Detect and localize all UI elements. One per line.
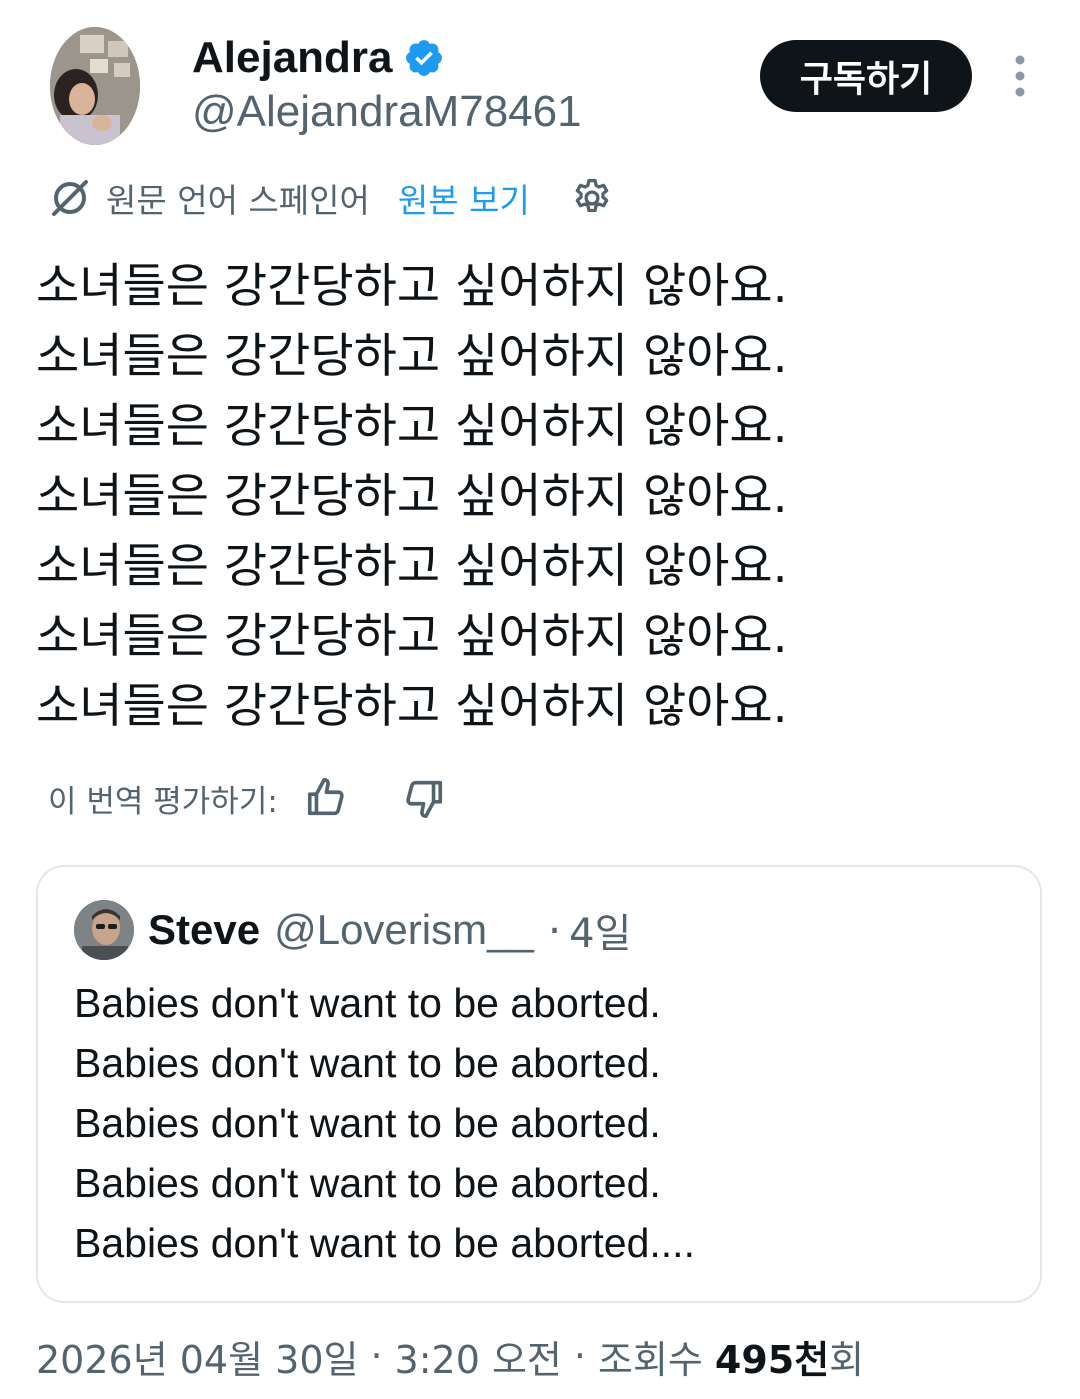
translate-icon [48,176,92,220]
tweet-line: 소녀들은 강간당하고 싶어하지 않아요. [36,329,788,384]
tweet-line: 소녀들은 강간당하고 싶어하지 않아요. [36,259,788,314]
rate-translation-bar: 이 번역 평가하기: [48,770,446,826]
source-language-label: 원문 언어 스페인어 [106,181,370,220]
verified-badge-icon[interactable] [403,37,445,79]
quoted-tweet-header: Steve @Loverism__ · 4일 [74,897,631,963]
views-suffix: 회 [829,1337,865,1382]
more-vertical-icon[interactable] [1006,52,1034,100]
tweet-line: 소녀들은 강간당하고 싶어하지 않아요. [36,399,788,454]
quoted-tweet-line: Babies don't want to be aborted. [74,980,661,1026]
quoted-author-avatar[interactable] [74,900,134,960]
quoted-tweet-time[interactable]: 4일 [569,901,631,959]
rate-translation-label: 이 번역 평가하기: [48,783,278,820]
quoted-tweet-line: Babies don't want to be aborted.... [74,1220,695,1266]
gear-icon[interactable] [570,176,614,220]
tweet-line: 소녀들은 강간당하고 싶어하지 않아요. [36,539,788,594]
quoted-tweet-card[interactable]: Steve @Loverism__ · 4일 Babies don't want… [36,865,1042,1303]
separator-dot: · [547,905,562,955]
author-avatar[interactable] [50,27,140,145]
quoted-author-name[interactable]: Steve [148,906,260,954]
quoted-tweet-text: Babies don't want to be aborted. Babies … [74,973,695,1273]
thumbs-down-icon[interactable] [400,775,446,821]
quoted-author-handle[interactable]: @Loverism__ [274,906,534,954]
tweet-line: 소녀들은 강간당하고 싶어하지 않아요. [36,679,788,734]
tweet-time[interactable]: 3:20 오전 [395,1329,562,1384]
tweet-line: 소녀들은 강간당하고 싶어하지 않아요. [36,469,788,524]
thumbs-up-icon[interactable] [304,775,350,821]
separator-dot: · [370,1334,383,1378]
tweet-metadata: 2026년 04월 30일 · 3:20 오전 · 조회수 495천 회 [36,1326,864,1386]
views-count: 495천 [714,1337,830,1382]
author-display-name[interactable]: Alejandra [192,32,393,84]
quoted-tweet-line: Babies don't want to be aborted. [74,1160,661,1206]
author-handle[interactable]: @AlejandraM78461 [192,86,582,138]
tweet-text: 소녀들은 강간당하고 싶어하지 않아요. 소녀들은 강간당하고 싶어하지 않아요… [36,252,1046,742]
views-label: 조회수 [597,1337,703,1382]
tweet-line: 소녀들은 강간당하고 싶어하지 않아요. [36,609,788,664]
tweet-date[interactable]: 2026년 04월 30일 [36,1329,358,1384]
separator-dot: · [573,1334,586,1378]
subscribe-button[interactable]: 구독하기 [760,40,972,112]
quoted-tweet-line: Babies don't want to be aborted. [74,1040,661,1086]
show-original-link[interactable]: 원본 보기 [398,174,530,222]
author-name-row[interactable]: Alejandra [192,32,445,84]
quoted-tweet-line: Babies don't want to be aborted. [74,1100,661,1146]
translation-bar: 원문 언어 스페인어 원본 보기 [48,170,614,226]
